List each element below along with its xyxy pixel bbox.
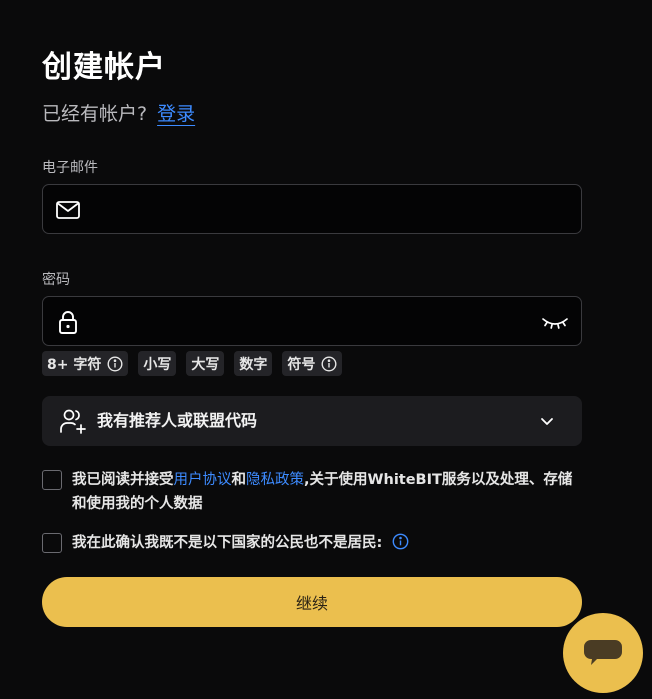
login-prompt: 已经有帐户? 登录	[42, 100, 195, 128]
residency-checkbox[interactable]	[42, 533, 62, 553]
email-label: 电子邮件	[42, 160, 98, 176]
chevron-down-icon	[541, 418, 553, 425]
requirement-symbol: 符号	[282, 351, 343, 376]
requirement-uppercase-label: 大写	[191, 356, 220, 373]
requirement-number-label: 数字	[239, 356, 268, 373]
signup-page: 创建帐户 已经有帐户? 登录 电子邮件 密码 8+ 字符 小写 大写 数字 符号…	[0, 0, 652, 699]
mail-icon	[56, 201, 80, 219]
login-prompt-text: 已经有帐户?	[42, 103, 148, 125]
residency-label: 我在此确认我既不是以下国家的公民也不是居民:	[72, 535, 383, 551]
requirement-uppercase: 大写	[186, 351, 225, 376]
password-input[interactable]	[89, 297, 529, 345]
terms-and: 和	[231, 472, 247, 488]
email-field-box[interactable]	[42, 184, 582, 234]
requirement-number: 数字	[234, 351, 273, 376]
requirement-symbol-label: 符号	[287, 356, 316, 373]
residency-text: 我在此确认我既不是以下国家的公民也不是居民:	[72, 531, 582, 555]
password-label: 密码	[42, 272, 70, 288]
terms-text: 我已阅读并接受用户协议和隐私政策,关于使用WhiteBIT服务以及处理、存储和使…	[72, 468, 582, 516]
referral-label: 我有推荐人或联盟代码	[97, 411, 258, 430]
requirement-length: 8+ 字符	[42, 351, 129, 376]
terms-checkbox[interactable]	[42, 470, 62, 490]
page-title: 创建帐户	[42, 50, 166, 85]
password-requirements: 8+ 字符 小写 大写 数字 符号	[42, 351, 343, 376]
email-input[interactable]	[89, 185, 529, 233]
requirement-lowercase: 小写	[138, 351, 177, 376]
add-user-icon	[60, 409, 86, 434]
continue-button[interactable]: 继续	[42, 577, 582, 627]
password-field-box[interactable]	[42, 296, 582, 346]
info-icon[interactable]	[321, 355, 337, 372]
chat-bubble-icon	[584, 640, 622, 665]
login-link[interactable]: 登录	[157, 103, 195, 125]
requirement-length-label: 8+ 字符	[47, 356, 102, 373]
eye-closed-icon[interactable]	[541, 310, 569, 334]
user-agreement-link[interactable]: 用户协议	[174, 472, 232, 488]
privacy-policy-link[interactable]: 隐私政策	[246, 472, 304, 488]
terms-prefix: 我已阅读并接受	[72, 472, 174, 488]
info-icon[interactable]	[392, 533, 409, 550]
requirement-lowercase-label: 小写	[143, 356, 172, 373]
referral-code-dropdown[interactable]: 我有推荐人或联盟代码	[42, 396, 582, 446]
info-icon[interactable]	[107, 355, 123, 372]
chat-button[interactable]	[563, 613, 643, 693]
lock-icon	[59, 311, 77, 334]
